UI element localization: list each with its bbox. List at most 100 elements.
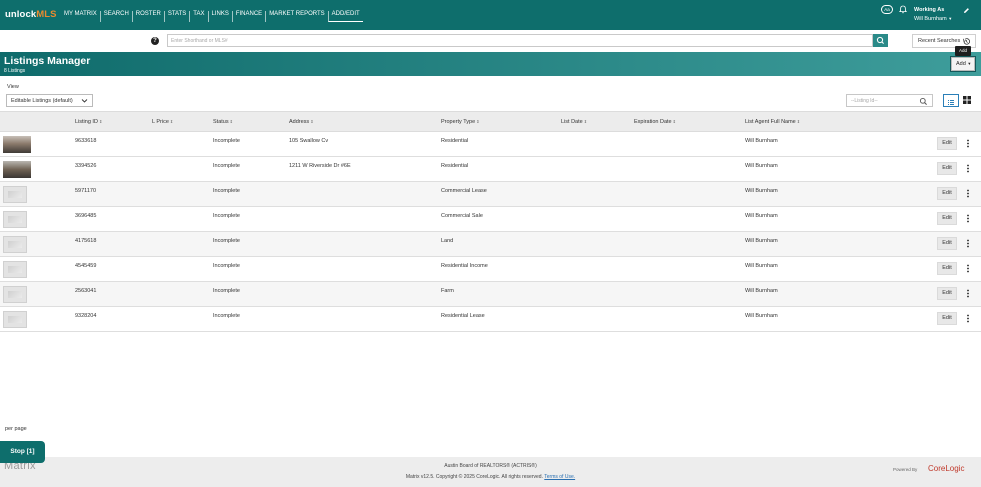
edit-button[interactable]: Edit	[937, 212, 957, 225]
more-vertical-icon[interactable]	[966, 214, 970, 223]
add-button-label: Add	[956, 61, 966, 67]
table-row[interactable]: 2563041 Incomplete Farm Will Burnham Edi…	[0, 282, 981, 307]
search-button[interactable]	[873, 34, 888, 47]
unlock-mls-logo[interactable]: unlockMLS	[5, 9, 57, 20]
listing-photo-placeholder[interactable]	[3, 286, 27, 303]
listing-photo-placeholder[interactable]	[3, 211, 27, 228]
sort-icon: ⇕	[169, 119, 174, 124]
nav-links[interactable]: LINKS	[207, 11, 232, 22]
page-header: Listings Manager 8 Listings	[0, 52, 981, 76]
listing-id[interactable]: 9328204	[75, 313, 96, 319]
table-row[interactable]: 3696485 Incomplete Commercial Sale Will …	[0, 207, 981, 232]
nav-search[interactable]: SEARCH	[99, 11, 132, 22]
column-l-price[interactable]: L Price⇕	[152, 119, 173, 125]
more-vertical-icon[interactable]	[966, 314, 970, 323]
nav-tax[interactable]: TAX	[189, 11, 207, 22]
listing-photo-placeholder[interactable]	[3, 311, 27, 328]
logo-brand: MLS	[36, 9, 57, 20]
more-vertical-icon[interactable]	[966, 139, 970, 148]
help-icon[interactable]: ?	[151, 37, 159, 45]
add-tooltip: Add	[955, 46, 971, 56]
table-row[interactable]: 3394526 Incomplete 1211 W Riverside Dr #…	[0, 157, 981, 182]
edit-button[interactable]: Edit	[937, 287, 957, 300]
listing-count: 8 Listings	[4, 68, 26, 74]
more-vertical-icon[interactable]	[966, 164, 970, 173]
more-vertical-icon[interactable]	[966, 289, 970, 298]
nav-roster[interactable]: ROSTER	[131, 11, 164, 22]
column-list-agent[interactable]: List Agent Full Name⇕	[745, 119, 800, 125]
table-row[interactable]: 5971170 Incomplete Commercial Lease Will…	[0, 182, 981, 207]
add-button[interactable]: Add ▼	[951, 57, 975, 71]
more-vertical-icon[interactable]	[966, 264, 970, 273]
more-vertical-icon[interactable]	[966, 239, 970, 248]
grid-view-icon[interactable]	[962, 95, 972, 105]
listing-photo-placeholder[interactable]	[3, 186, 27, 203]
per-page-label: per page	[5, 426, 27, 432]
search-icon	[919, 97, 927, 105]
list-view-button[interactable]	[943, 94, 959, 107]
nav-finance[interactable]: FINANCE	[231, 11, 265, 22]
footer	[0, 457, 981, 487]
listing-agent: Will Burnham	[745, 213, 778, 219]
bell-icon[interactable]	[899, 5, 907, 14]
listing-status: Incomplete	[213, 288, 240, 294]
nav-my-matrix[interactable]: MY MATRIX	[64, 11, 100, 22]
listing-id[interactable]: 3696485	[75, 213, 96, 219]
pencil-icon[interactable]	[963, 7, 970, 14]
view-select-value: Editable Listings (default)	[11, 98, 73, 104]
table-row[interactable]: 4175618 Incomplete Land Will Burnham Edi…	[0, 232, 981, 257]
view-label: View	[7, 84, 19, 90]
history-icon	[963, 38, 970, 45]
nav-add-edit[interactable]: ADD/EDIT	[327, 11, 363, 22]
listing-id[interactable]: 3394526	[75, 163, 96, 169]
listing-status: Incomplete	[213, 263, 240, 269]
edit-button[interactable]: Edit	[937, 312, 957, 325]
listing-id[interactable]: 4175618	[75, 238, 96, 244]
listing-status: Incomplete	[213, 163, 240, 169]
powered-by-label: Powered By	[893, 467, 918, 472]
listing-agent: Will Burnham	[745, 313, 778, 319]
sort-icon: ⇕	[583, 119, 588, 124]
edit-button[interactable]: Edit	[937, 162, 957, 175]
column-list-date[interactable]: List Date⇕	[561, 119, 587, 125]
listing-photo-placeholder[interactable]	[3, 236, 27, 253]
text-size-icon[interactable]: Aa	[881, 5, 893, 14]
footer-organization: Austin Board of REALTORS® (ACTRIS®)	[444, 463, 537, 469]
user-menu[interactable]: Will Burnham ▼	[914, 16, 952, 22]
shorthand-search-input[interactable]: Enter Shorthand or MLS#	[167, 34, 873, 47]
listing-photo-placeholder[interactable]	[3, 261, 27, 278]
edit-button[interactable]: Edit	[937, 137, 957, 150]
caret-down-icon: ▼	[948, 16, 953, 21]
edit-button[interactable]: Edit	[937, 237, 957, 250]
listing-property-type: Commercial Lease	[441, 188, 487, 194]
column-address[interactable]: Address⇕	[289, 119, 314, 125]
stop-button[interactable]: Stop [1]	[0, 441, 45, 463]
listing-agent: Will Burnham	[745, 138, 778, 144]
listing-photo[interactable]	[3, 161, 31, 178]
listing-id[interactable]: 2563041	[75, 288, 96, 294]
nav-stats[interactable]: STATS	[163, 11, 189, 22]
table-row[interactable]: 9633618 Incomplete 105 Swallow Cv Reside…	[0, 132, 981, 157]
column-listing-id[interactable]: Listing ID⇕	[75, 119, 102, 125]
table-row[interactable]: 4545459 Incomplete Residential Income Wi…	[0, 257, 981, 282]
listing-id[interactable]: 5971170	[75, 188, 96, 194]
listing-id[interactable]: 4545459	[75, 263, 96, 269]
listing-status: Incomplete	[213, 138, 240, 144]
column-property-type[interactable]: Property Type⇕	[441, 119, 480, 125]
edit-button[interactable]: Edit	[937, 262, 957, 275]
listing-photo[interactable]	[3, 136, 31, 153]
terms-of-use-link[interactable]: Terms of Use.	[544, 474, 575, 480]
listing-id-input[interactable]: --Listing Id--	[846, 94, 933, 107]
table-header: Listing ID⇕ L Price⇕ Status⇕ Address⇕ Pr…	[0, 111, 981, 132]
more-vertical-icon[interactable]	[966, 189, 970, 198]
table-row[interactable]: 9328204 Incomplete Residential Lease Wil…	[0, 307, 981, 332]
column-expiration-date[interactable]: Expiration Date⇕	[634, 119, 676, 125]
edit-button[interactable]: Edit	[937, 187, 957, 200]
listing-status: Incomplete	[213, 213, 240, 219]
column-status[interactable]: Status⇕	[213, 119, 233, 125]
listing-id[interactable]: 9633618	[75, 138, 96, 144]
nav-market-reports[interactable]: MARKET REPORTS	[265, 11, 327, 22]
main-nav-links: MY MATRIX SEARCH ROSTER STATS TAX LINKS …	[64, 11, 363, 22]
view-select[interactable]: Editable Listings (default)	[6, 94, 93, 107]
chevron-down-icon	[81, 99, 88, 103]
